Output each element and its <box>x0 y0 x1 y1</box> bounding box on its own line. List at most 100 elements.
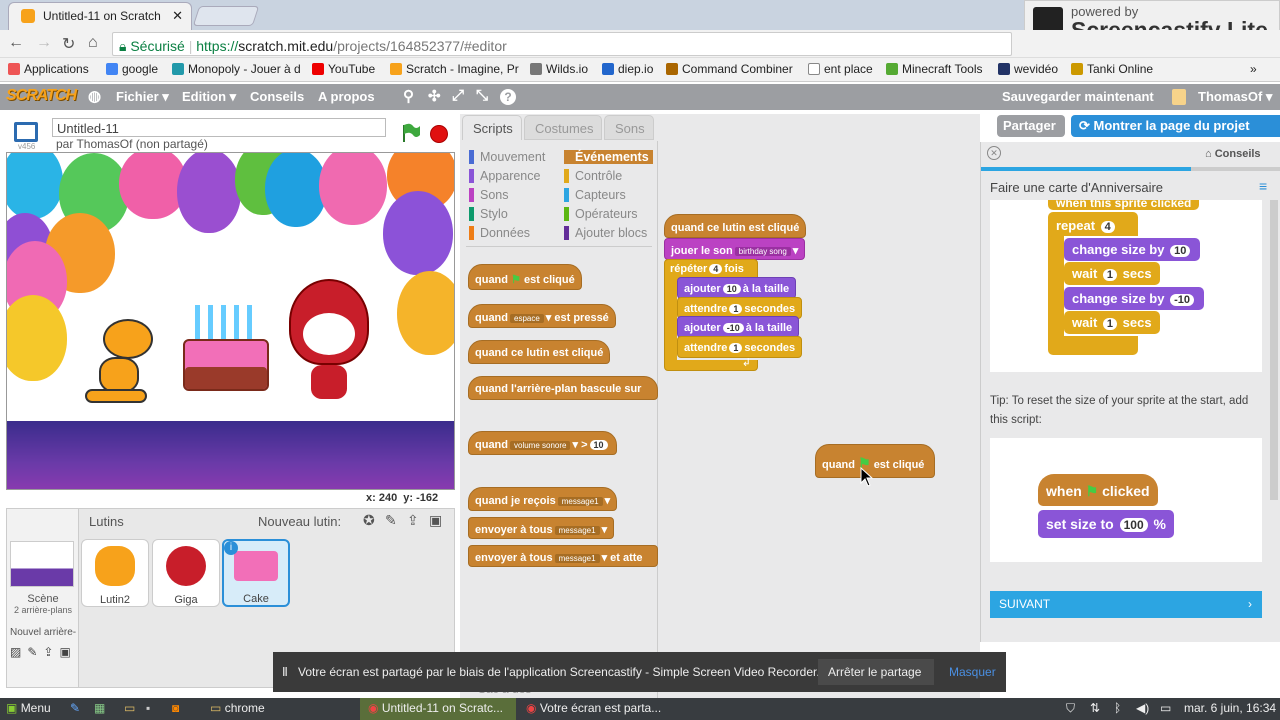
block-when-key-pressed[interactable]: quand espace ▾ est pressé <box>468 304 616 328</box>
stage-thumbnail[interactable] <box>10 541 74 587</box>
reload-icon[interactable]: ↻ <box>62 34 75 54</box>
sprite-thumb-cake[interactable]: Cake i <box>222 539 290 607</box>
camera-sprite-icon[interactable]: ▣ <box>429 512 442 529</box>
fullscreen-icon[interactable] <box>14 122 38 142</box>
bookmark-youtube[interactable]: YouTube <box>312 62 375 76</box>
globe-icon[interactable]: ◍ <box>88 87 101 105</box>
script-change-size-10[interactable]: ajouter 10 à la taille <box>677 277 797 299</box>
folder-icon[interactable] <box>1172 89 1186 105</box>
help-icon[interactable]: ? <box>500 89 516 105</box>
menu-edit[interactable]: Edition ▾ <box>182 89 236 105</box>
stage[interactable] <box>6 152 455 490</box>
script-when-sprite-clicked[interactable]: quand ce lutin est cliqué <box>664 214 807 238</box>
project-title-input[interactable]: Untitled-11 <box>52 118 386 137</box>
block-broadcast[interactable]: envoyer à tous message1 ▾ <box>468 517 615 539</box>
address-bar[interactable]: 🔒︎ Sécurisé | https://scratch.mit.edu/pr… <box>112 32 1012 56</box>
paint-sprite-icon[interactable]: ✎ <box>385 512 397 529</box>
close-tips-icon[interactable]: ✕ <box>987 146 1001 160</box>
bookmark-minecraft-tools[interactable]: Minecraft Tools <box>886 62 982 76</box>
taskbar-scratch-window[interactable]: ◉ Untitled-11 on Scratc... <box>360 698 516 720</box>
forward-icon[interactable]: → <box>36 34 52 52</box>
category-control[interactable]: Contrôle <box>564 169 622 183</box>
pen-icon[interactable]: ✎ <box>70 701 80 715</box>
bookmark-wilds[interactable]: Wilds.io <box>530 62 588 76</box>
new-backdrop-icons[interactable]: ▨✎⇪▣ <box>10 645 77 659</box>
home-icon[interactable]: ⌂ <box>88 34 98 52</box>
category-data[interactable]: Données <box>469 226 530 240</box>
category-pen[interactable]: Stylo <box>469 207 508 221</box>
browser-tab[interactable]: Untitled-11 on Scratch ✕ <box>8 2 192 30</box>
bookmark-tanki[interactable]: Tanki Online <box>1071 62 1153 76</box>
block-broadcast-and-wait[interactable]: envoyer à tous message1 ▾ et atte <box>468 545 658 567</box>
app-icon[interactable]: ◙ <box>172 701 179 715</box>
start-menu[interactable]: ▣ Menu <box>6 701 51 715</box>
bookmark-command-combiner[interactable]: Command Combiner <box>666 62 793 76</box>
bookmark-scratch[interactable]: Scratch - Imagine, Pr <box>390 62 519 76</box>
stop-icon[interactable] <box>430 125 448 143</box>
close-tab-icon[interactable]: ✕ <box>172 8 183 24</box>
script-change-size-minus10[interactable]: ajouter -10 à la taille <box>677 316 800 338</box>
terminal-icon[interactable]: ▪ <box>146 701 150 715</box>
network-icon[interactable]: ⇅ <box>1090 701 1100 715</box>
repeat-count[interactable]: 4 <box>709 264 723 274</box>
tab-costumes[interactable]: Costumes <box>524 115 602 140</box>
back-icon[interactable]: ← <box>8 34 24 52</box>
taskbar-share-window[interactable]: ◉ Votre écran est parta... <box>526 701 661 715</box>
user-menu[interactable]: ThomasOf ▾ <box>1198 89 1272 105</box>
category-looks[interactable]: Apparence <box>469 169 540 183</box>
bookmarks-overflow[interactable]: » <box>1250 62 1257 76</box>
block-when-receive[interactable]: quand je reçois message1 ▾ <box>468 487 618 511</box>
tips-home[interactable]: ⌂ Conseils <box>1205 148 1261 160</box>
category-sensing[interactable]: Capteurs <box>564 188 626 202</box>
sprite-thumb-lutin2[interactable]: Lutin2 <box>81 539 149 607</box>
shrink-icon[interactable]: ⤡ <box>476 87 488 104</box>
cut-icon[interactable]: ✣ <box>428 87 441 105</box>
bookmark-monopoly[interactable]: Monopoly - Jouer à d <box>172 62 301 76</box>
volume-icon[interactable]: ◀) <box>1136 701 1149 715</box>
duplicate-icon[interactable]: ⚲ <box>403 87 414 105</box>
see-project-page-button[interactable]: ⟳ Montrer la page du projet <box>1071 115 1280 137</box>
category-operators[interactable]: Opérateurs <box>564 207 638 221</box>
tips-menu-icon[interactable]: ≡ <box>1259 178 1267 194</box>
tab-sounds[interactable]: Sons <box>604 115 654 140</box>
stop-sharing-button[interactable]: Arrêter le partage <box>818 659 934 685</box>
upload-sprite-icon[interactable]: ⇪ <box>407 512 419 529</box>
block-when-flag-clicked[interactable]: quand ⚑ est cliqué <box>468 264 582 290</box>
script-wait-2[interactable]: attendre 1 secondes <box>677 336 803 358</box>
category-more-blocks[interactable]: Ajouter blocs <box>564 226 647 240</box>
bookmark-diep[interactable]: diep.io <box>602 62 653 76</box>
cake-sprite[interactable] <box>183 339 269 391</box>
giga-sprite[interactable] <box>283 265 373 405</box>
block-when-sprite-clicked[interactable]: quand ce lutin est cliqué <box>468 340 611 364</box>
green-flag-icon[interactable] <box>400 122 422 144</box>
calc-icon[interactable]: ▦ <box>94 701 105 715</box>
script-play-sound[interactable]: jouer le son birthday song ▾ <box>664 238 806 260</box>
next-tip-button[interactable]: SUIVANT › <box>990 591 1262 618</box>
bluetooth-icon[interactable]: ᛒ <box>1114 701 1121 715</box>
script-when-flag-clicked-dragging[interactable]: quand ⚑ est cliqué <box>815 444 936 478</box>
bookmark-ent-place[interactable]: ent place <box>808 62 873 76</box>
save-now-button[interactable]: Sauvegarder maintenant <box>1002 89 1154 104</box>
block-when-backdrop-switches[interactable]: quand l'arrière-plan bascule sur <box>468 376 658 400</box>
shield-icon[interactable]: ⛉ <box>1066 701 1075 716</box>
menu-file[interactable]: Fichier ▾ <box>116 89 169 105</box>
bookmark-wevideo[interactable]: wevidéo <box>998 62 1058 76</box>
info-icon[interactable]: i <box>224 541 238 555</box>
battery-icon[interactable]: ▭ <box>1160 701 1171 715</box>
taskbar-chrome[interactable]: ▭ chrome <box>210 701 265 715</box>
scratch-logo[interactable]: SCRATCH <box>6 87 77 105</box>
bookmark-applications[interactable]: Applications <box>8 62 89 76</box>
sprite-thumb-giga[interactable]: Giga <box>152 539 220 607</box>
clock[interactable]: mar. 6 juin, 16:34 <box>1184 701 1276 715</box>
category-sound[interactable]: Sons <box>469 188 509 202</box>
tab-scripts[interactable]: Scripts <box>462 115 522 140</box>
category-motion[interactable]: Mouvement <box>469 150 545 164</box>
menu-tips[interactable]: Conseils <box>250 89 304 104</box>
tips-scrollbar[interactable] <box>1270 200 1278 500</box>
new-tab-button[interactable] <box>192 6 260 26</box>
block-when-volume[interactable]: quand volume sonore ▾ >10 <box>468 431 617 455</box>
menu-about[interactable]: A propos <box>318 89 375 104</box>
files-icon[interactable]: ▭ <box>124 701 135 715</box>
grow-icon[interactable]: ⤢ <box>452 87 464 104</box>
sprite-library-icon[interactable]: ✪ <box>363 512 375 529</box>
